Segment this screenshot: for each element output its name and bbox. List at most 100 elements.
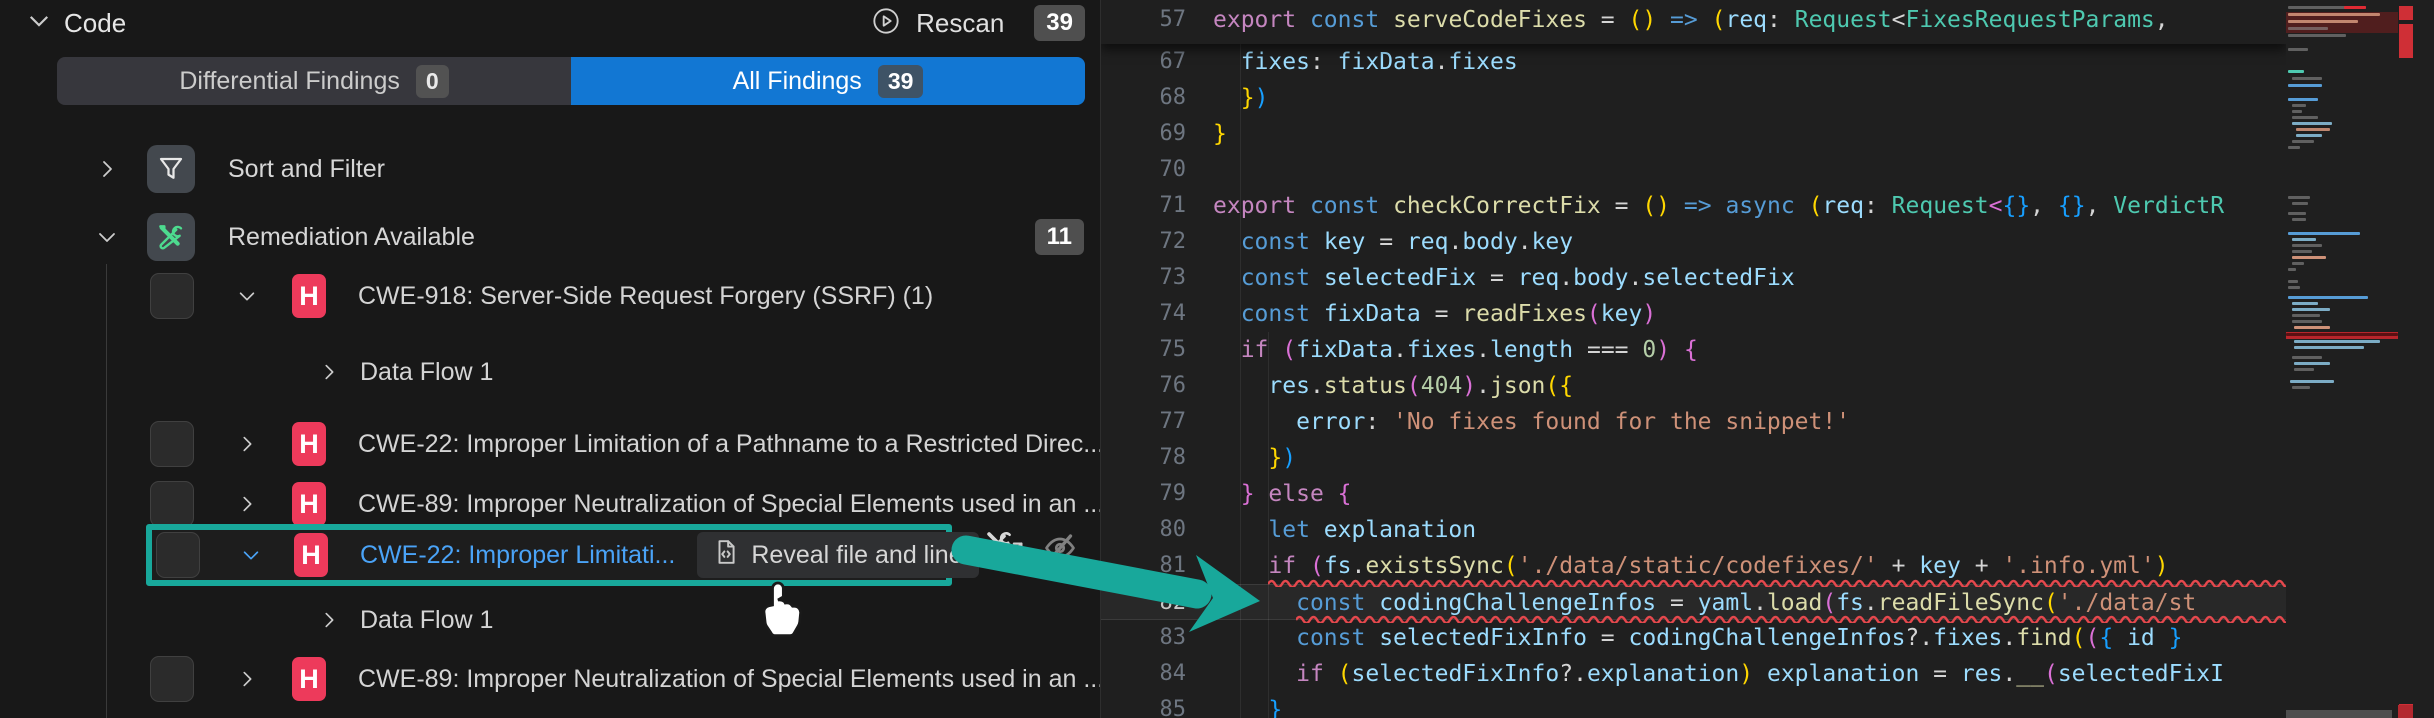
code-line-67[interactable]: 67 fixes: fixData.fixes — [1101, 44, 2286, 80]
code-line-81[interactable]: 81 if (fs.existsSync('./data/static/code… — [1101, 548, 2286, 584]
minimap-code-row — [2292, 122, 2332, 125]
chevron-right-icon[interactable] — [95, 156, 119, 182]
minimap-code-row — [2292, 140, 2314, 143]
minimap-error-chunk — [2344, 6, 2366, 9]
finding-label[interactable]: CWE-22: Improper Limitation of a Pathnam… — [358, 430, 1104, 459]
minimap-code-row — [2292, 116, 2318, 119]
finding-label[interactable]: Data Flow 1 — [360, 358, 493, 387]
code-line-78[interactable]: 78 }) — [1101, 440, 2286, 476]
chevron-right-icon[interactable] — [236, 666, 258, 692]
minimap-code-row — [2288, 212, 2306, 215]
line-number: 75 — [1101, 332, 1186, 368]
code-text: const codingChallengeInfos = yaml.load(f… — [1213, 585, 2196, 621]
code-line-69[interactable]: 69} — [1101, 116, 2286, 152]
code-line-82[interactable]: 82 const codingChallengeInfos = yaml.loa… — [1101, 584, 2286, 620]
code-line-75[interactable]: 75 if (fixData.fixes.length === 0) { — [1101, 332, 2286, 368]
finding-checkbox[interactable] — [150, 273, 194, 319]
minimap-code-row — [2288, 27, 2328, 30]
tools-icon — [147, 213, 195, 261]
code-text: } else { — [1213, 476, 1352, 512]
code-line-80[interactable]: 80 let explanation — [1101, 512, 2286, 548]
line-number: 77 — [1101, 404, 1186, 440]
line-number: 74 — [1101, 296, 1186, 332]
minimap-code-row — [2294, 362, 2330, 365]
minimap-code-row — [2292, 244, 2322, 247]
group-row-remediation[interactable]: Remediation Available11 — [0, 212, 1100, 262]
chevron-right-icon[interactable] — [318, 607, 340, 633]
findings-tab-switcher: Differential Findings0All Findings39 — [57, 57, 1085, 105]
chevron-down-icon[interactable] — [240, 542, 262, 568]
code-area[interactable]: 67 fixes: fixData.fixes68 })69}7071expor… — [1101, 0, 2286, 718]
tab-all-findings[interactable]: All Findings39 — [571, 57, 1085, 105]
chevron-down-icon[interactable] — [28, 10, 50, 37]
code-line-79[interactable]: 79 } else { — [1101, 476, 2286, 512]
ignore-eye-off-icon[interactable] — [1042, 530, 1078, 571]
rescan-play-icon[interactable] — [872, 7, 900, 40]
dataflow-row[interactable]: Data Flow 1 — [0, 598, 1100, 642]
finding-row[interactable]: HCWE-22: Improper Limitation of a Pathna… — [0, 420, 1100, 468]
reveal-file-and-line-button[interactable]: Reveal file and line — [697, 532, 978, 578]
line-number: 79 — [1101, 476, 1186, 512]
finding-label[interactable]: Data Flow 1 — [360, 606, 493, 635]
code-line-84[interactable]: 84 if (selectedFixInfo?.explanation) exp… — [1101, 656, 2286, 692]
code-text: } — [1213, 692, 1282, 718]
finding-row[interactable]: HCWE-918: Server-Side Request Forgery (S… — [0, 272, 1100, 320]
minimap-code-row — [2292, 302, 2318, 305]
code-line-72[interactable]: 72 const key = req.body.key — [1101, 224, 2286, 260]
code-line-77[interactable]: 77 error: 'No fixes found for the snippe… — [1101, 404, 2286, 440]
remediate-tools-icon[interactable] — [982, 527, 1016, 566]
finding-checkbox[interactable] — [150, 656, 194, 702]
line-number: 73 — [1101, 260, 1186, 296]
code-line-85[interactable]: 85 } — [1101, 692, 2286, 718]
code-text: const fixData = readFixes(key) — [1213, 296, 1656, 332]
code-line-76[interactable]: 76 res.status(404).json({ — [1101, 368, 2286, 404]
chevron-right-icon[interactable] — [318, 359, 340, 385]
code-line-83[interactable]: 83 const selectedFixInfo = codingChallen… — [1101, 620, 2286, 656]
code-line-74[interactable]: 74 const fixData = readFixes(key) — [1101, 296, 2286, 332]
minimap[interactable] — [2286, 0, 2398, 718]
code-line-57[interactable]: 57export const serveCodeFixes = () => (r… — [1101, 2, 2286, 38]
code-line-68[interactable]: 68 }) — [1101, 80, 2286, 116]
minimap-code-row — [2292, 202, 2308, 205]
minimap-slider[interactable] — [2286, 710, 2392, 718]
minimap-code-row — [2288, 232, 2360, 235]
dataflow-row[interactable]: Data Flow 1 — [0, 350, 1100, 394]
minimap-code-row — [2288, 280, 2298, 283]
code-line-73[interactable]: 73 const selectedFix = req.body.selected… — [1101, 260, 2286, 296]
code-text: export const serveCodeFixes = () => (req… — [1213, 2, 2169, 38]
line-number: 85 — [1101, 692, 1186, 718]
chevron-right-icon[interactable] — [236, 491, 258, 517]
minimap-code-row — [2292, 256, 2326, 259]
finding-row-selected[interactable]: HCWE-22: Improper Limitati...Reveal file… — [146, 524, 952, 586]
sticky-scroll-line[interactable]: 57export const serveCodeFixes = () => (r… — [1101, 0, 2286, 44]
finding-checkbox[interactable] — [150, 481, 194, 527]
finding-label[interactable]: CWE-22: Improper Limitati... — [360, 541, 675, 570]
finding-checkbox[interactable] — [156, 532, 200, 578]
finding-row[interactable]: HCWE-89: Improper Neutralization of Spec… — [0, 655, 1100, 703]
rescan-button[interactable]: Rescan — [916, 8, 1004, 39]
findings-sidebar: Code Rescan 39 Differential Findings0All… — [0, 0, 1100, 718]
finding-row[interactable]: HCWE-89: Improper Neutralization of Spec… — [0, 480, 1100, 528]
chevron-right-icon[interactable] — [236, 431, 258, 457]
finding-label[interactable]: CWE-89: Improper Neutralization of Speci… — [358, 490, 1104, 519]
finding-label[interactable]: CWE-918: Server-Side Request Forgery (SS… — [358, 282, 933, 311]
severity-badge-high: H — [292, 422, 326, 466]
reveal-button-label: Reveal file and line — [751, 541, 962, 570]
panel-title: Code — [64, 8, 126, 39]
chevron-down-icon[interactable] — [95, 224, 119, 250]
code-line-71[interactable]: 71export const checkCorrectFix = () => a… — [1101, 188, 2286, 224]
group-row-sort-filter[interactable]: Sort and Filter — [0, 144, 1100, 194]
code-text: }) — [1213, 440, 1296, 476]
line-number: 81 — [1101, 548, 1186, 584]
code-text: res.status(404).json({ — [1213, 368, 1573, 404]
finding-label[interactable]: CWE-89: Improper Neutralization of Speci… — [358, 665, 1104, 694]
line-number: 72 — [1101, 224, 1186, 260]
code-line-70[interactable]: 70 — [1101, 152, 2286, 188]
minimap-code-row — [2294, 346, 2364, 349]
chevron-down-icon[interactable] — [236, 283, 258, 309]
tab-differential-findings[interactable]: Differential Findings0 — [57, 57, 571, 105]
tab-count-badge: 39 — [878, 65, 924, 98]
filter-icon — [147, 145, 195, 193]
sidebar-header: Code Rescan 39 — [0, 0, 1100, 46]
finding-checkbox[interactable] — [150, 421, 194, 467]
